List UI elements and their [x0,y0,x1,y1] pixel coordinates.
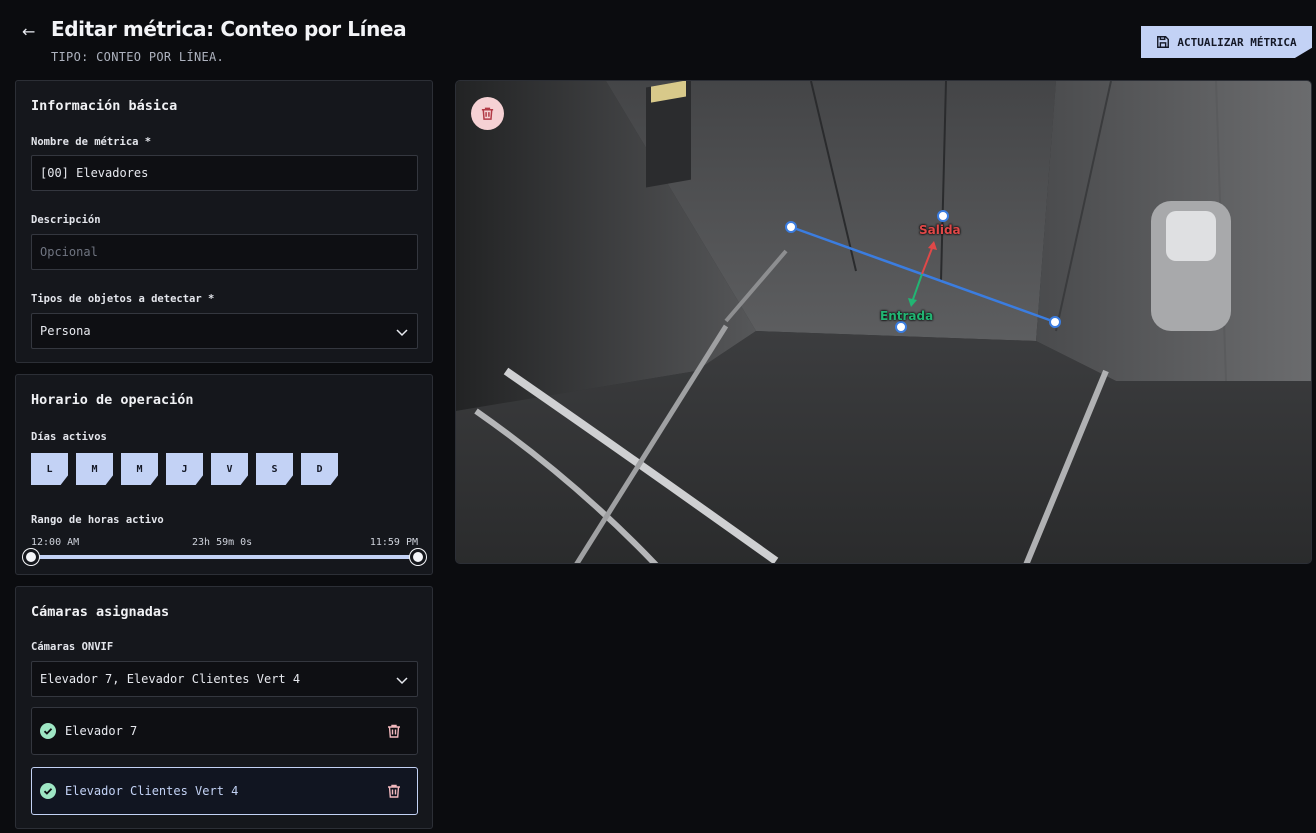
page-title: Editar métrica: Conteo por Línea [51,17,407,41]
camera-item-name: Elevador 7 [65,724,138,738]
back-arrow-icon[interactable]: ← [22,22,42,42]
active-days: L M M J V S D [31,453,338,485]
metric-name-input[interactable] [31,155,418,191]
chevron-down-icon [396,329,408,337]
range-end-handle[interactable] [410,549,426,565]
time-range-values: 12:00 AM 23h 59m 0s 11:59 PM [31,537,418,551]
basic-info-panel: Información básica Nombre de métrica * D… [15,80,433,363]
basic-info-title: Información básica [31,98,178,114]
range-start-handle[interactable] [23,549,39,565]
day-toggle-sat[interactable]: S [256,453,293,485]
onvif-cameras-value: Elevador 7, Elevador Clientes Vert 4 [40,672,301,686]
update-metric-button[interactable]: ACTUALIZAR MÉTRICA [1141,26,1312,58]
day-toggle-mon[interactable]: L [31,453,68,485]
delete-line-button[interactable] [471,97,504,130]
save-icon [1157,36,1170,48]
time-range-label: Rango de horas activo [31,514,164,526]
metric-name-label: Nombre de métrica * [31,136,152,148]
description-input[interactable] [31,234,418,270]
onvif-cameras-label: Cámaras ONVIF [31,641,114,653]
trash-icon [481,107,494,120]
active-days-label: Días activos [31,431,107,443]
day-toggle-fri[interactable]: V [211,453,248,485]
cameras-panel: Cámaras asignadas Cámaras ONVIF Elevador… [15,586,433,829]
object-types-value: Persona [40,324,91,338]
entry-direction-label: Entrada [880,309,934,323]
trash-icon[interactable] [386,783,402,799]
range-end: 11:59 PM [369,537,418,548]
description-label: Descripción [31,214,101,226]
update-metric-label: ACTUALIZAR MÉTRICA [1177,35,1297,49]
range-duration: 23h 59m 0s [192,537,253,548]
day-toggle-thu[interactable]: J [166,453,203,485]
trash-icon[interactable] [386,723,402,739]
exit-direction-label: Salida [919,223,961,237]
page-subtitle: TIPO: CONTEO POR LÍNEA. [51,50,225,64]
onvif-cameras-select[interactable]: Elevador 7, Elevador Clientes Vert 4 [31,661,418,697]
chevron-down-icon [396,677,408,685]
camera-item[interactable]: Elevador Clientes Vert 4 [31,767,418,815]
page-header: ← Editar métrica: Conteo por Línea TIPO:… [0,0,1316,76]
object-types-label: Tipos de objetos a detectar * [31,293,215,305]
camera-preview[interactable]: Salida Entrada [455,80,1312,564]
day-toggle-wed[interactable]: M [121,453,158,485]
day-toggle-sun[interactable]: D [301,453,338,485]
object-types-select[interactable]: Persona [31,313,418,349]
camera-item[interactable]: Elevador 7 [31,707,418,755]
schedule-panel: Horario de operación Días activos L M M … [15,374,433,575]
check-circle-icon [40,783,56,799]
range-start: 12:00 AM [31,537,80,548]
camera-item-name: Elevador Clientes Vert 4 [65,784,239,798]
schedule-title: Horario de operación [31,392,194,408]
time-range-slider[interactable] [31,555,418,559]
check-circle-icon [40,723,56,739]
cameras-title: Cámaras asignadas [31,604,170,620]
day-toggle-tue[interactable]: M [76,453,113,485]
